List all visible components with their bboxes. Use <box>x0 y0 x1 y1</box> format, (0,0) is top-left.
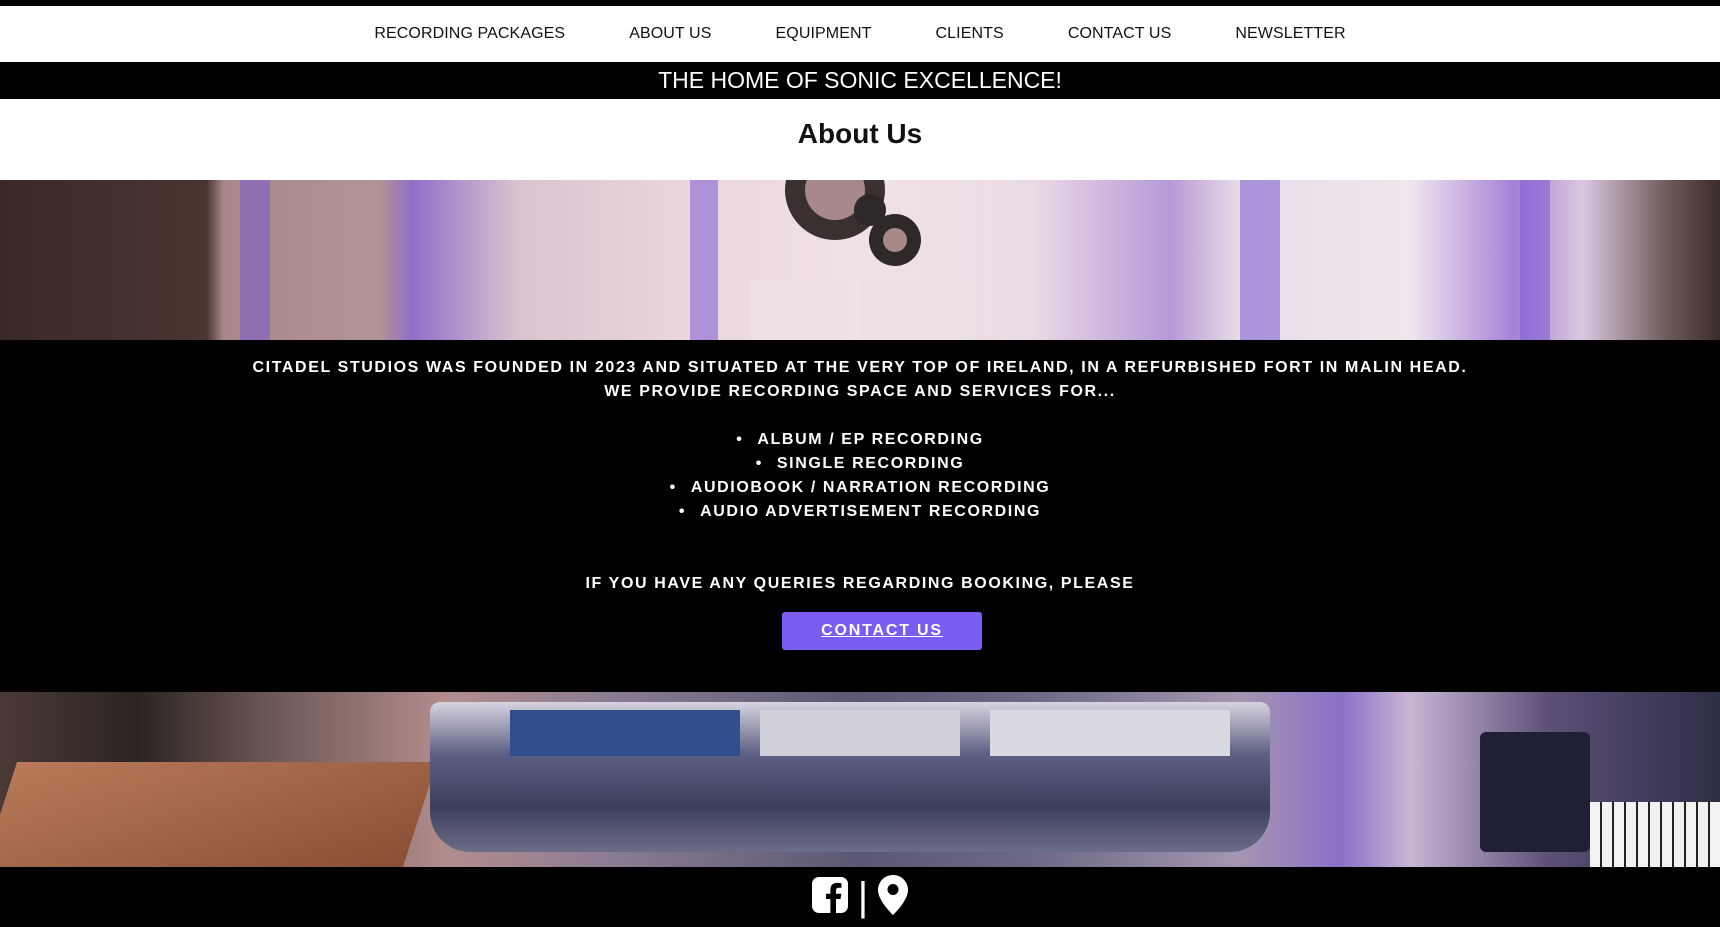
intro-text: CITADEL STUDIOS WAS FOUNDED IN 2023 AND … <box>0 356 1720 404</box>
tagline-banner: THE HOME OF SONIC EXCELLENCE! <box>0 62 1720 99</box>
outboard-rack <box>990 710 1230 756</box>
gear-decoration-icon <box>785 180 921 266</box>
outboard-rack <box>510 710 740 756</box>
about-content: CITADEL STUDIOS WAS FOUNDED IN 2023 AND … <box>0 340 1720 692</box>
list-item: AUDIO ADVERTISEMENT RECORDING <box>0 500 1720 524</box>
light-strip <box>1520 180 1550 340</box>
studio-wall-photo <box>0 180 1720 340</box>
acoustic-panel <box>860 280 970 340</box>
nav-clients[interactable]: CLIENTS <box>904 25 1036 43</box>
main-nav: RECORDING PACKAGES ABOUT US EQUIPMENT CL… <box>0 6 1720 62</box>
nav-equipment[interactable]: EQUIPMENT <box>744 25 904 43</box>
nav-newsletter[interactable]: NEWSLETTER <box>1203 25 1377 43</box>
nav-recording-packages[interactable]: RECORDING PACKAGES <box>342 25 597 43</box>
services-list: ALBUM / EP RECORDING SINGLE RECORDING AU… <box>0 428 1720 524</box>
mixing-console <box>430 702 1270 852</box>
contact-us-button[interactable]: CONTACT US <box>782 612 982 650</box>
intro-line: CITADEL STUDIOS WAS FOUNDED IN 2023 AND … <box>252 359 1468 376</box>
acoustic-panel <box>750 280 845 340</box>
list-item: SINGLE RECORDING <box>0 452 1720 476</box>
list-item: ALBUM / EP RECORDING <box>0 428 1720 452</box>
wooden-desk <box>0 762 438 867</box>
map-pin-icon[interactable] <box>878 874 909 920</box>
keyboard-keys <box>1590 802 1720 867</box>
nav-about-us[interactable]: ABOUT US <box>597 25 743 43</box>
footer-separator: | <box>857 875 869 919</box>
footer: | <box>0 867 1720 927</box>
nav-contact-us[interactable]: CONTACT US <box>1036 25 1204 43</box>
light-strip <box>1240 180 1280 340</box>
studio-monitor <box>1480 732 1590 852</box>
studio-console-photo <box>0 692 1720 867</box>
booking-query-text: IF YOU HAVE ANY QUERIES REGARDING BOOKIN… <box>585 575 1135 592</box>
list-item: AUDIOBOOK / NARRATION RECORDING <box>0 476 1720 500</box>
outboard-rack <box>760 710 960 756</box>
facebook-icon[interactable] <box>811 876 848 918</box>
light-strip <box>240 180 270 340</box>
page-title: About Us <box>0 99 1720 180</box>
light-strip <box>690 180 718 340</box>
intro-line: WE PROVIDE RECORDING SPACE AND SERVICES … <box>604 383 1116 400</box>
